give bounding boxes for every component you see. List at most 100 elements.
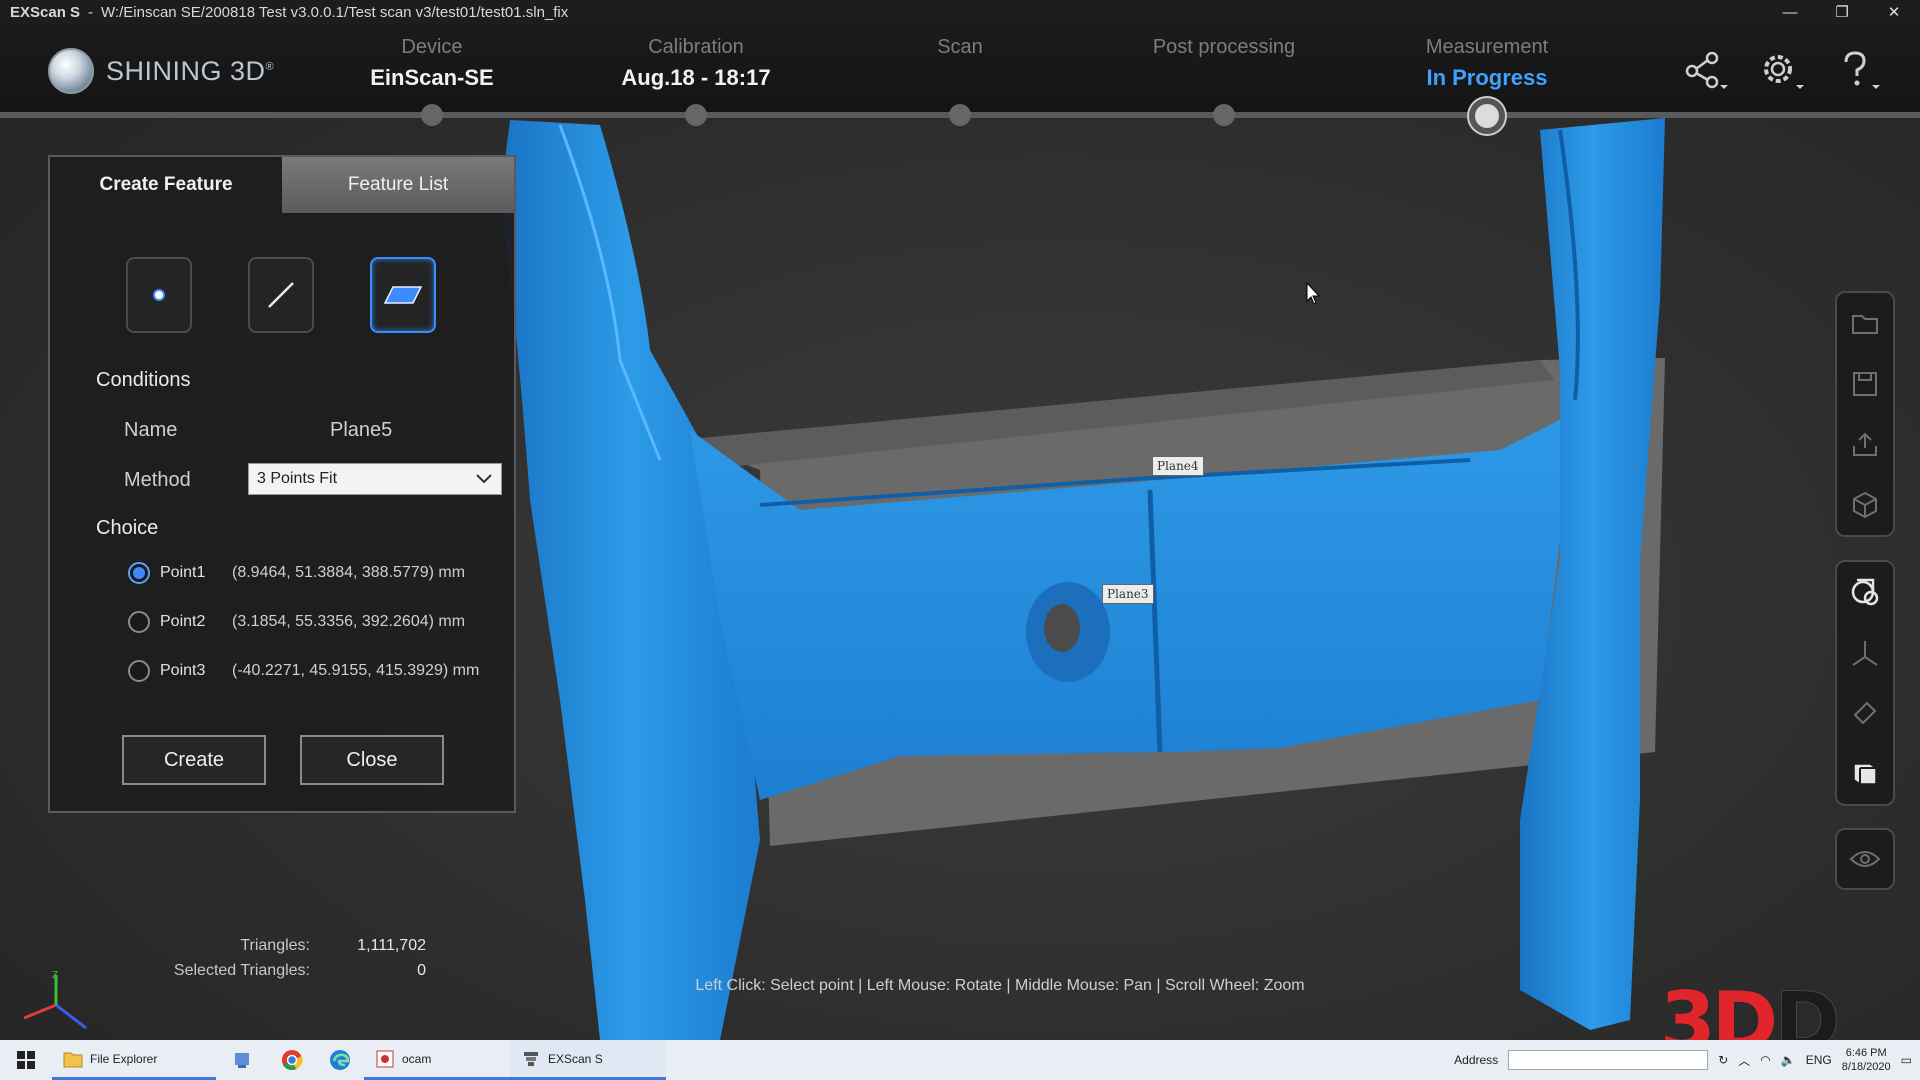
method-select-value: 3 Points Fit <box>257 470 338 487</box>
tray-chevron-icon[interactable]: ︿ <box>1738 1052 1750 1069</box>
step-device[interactable]: Device EinScan-SE <box>312 36 552 91</box>
folder-icon <box>1852 315 1878 335</box>
cube-view-button[interactable] <box>1835 475 1895 536</box>
taskbar-file-explorer[interactable]: File Explorer <box>52 1040 216 1080</box>
start-button[interactable] <box>0 1040 52 1080</box>
address-label: Address <box>1454 1053 1499 1067</box>
export-icon <box>1853 432 1877 457</box>
step-measurement[interactable]: Measurement In Progress <box>1367 36 1607 91</box>
measure-toolbar <box>1835 560 1895 806</box>
plane-label-plane4[interactable]: Plane4 <box>1152 456 1204 476</box>
point1-coords: (8.9464, 51.3884, 388.5779) mm <box>232 564 466 581</box>
gear-icon[interactable] <box>1758 48 1804 94</box>
clock-time: 6:46 PM <box>1845 1047 1887 1059</box>
mouse-hint: Left Click: Select point | Left Mouse: R… <box>695 977 1305 994</box>
feature-tool-button[interactable] <box>1835 562 1895 623</box>
taskbar-exscan[interactable]: EXScan S <box>510 1040 666 1080</box>
step-post-processing[interactable]: Post processing <box>1104 36 1344 65</box>
method-label: Method <box>124 469 191 491</box>
line-feature-icon <box>268 282 294 308</box>
plane-feature-button[interactable] <box>370 257 436 333</box>
file-toolbar <box>1835 291 1895 537</box>
address-input[interactable] <box>1508 1050 1709 1070</box>
report-button[interactable] <box>1835 744 1895 805</box>
point3-radio[interactable] <box>128 660 150 682</box>
choice-point2[interactable]: Point2 (3.1854, 55.3356, 392.2604) mm <box>128 611 465 633</box>
open-folder-button[interactable] <box>1835 293 1895 354</box>
triangles-value: 1,111,702 <box>357 937 426 954</box>
app-window-icon <box>231 1049 253 1071</box>
cube-icon <box>1853 491 1877 518</box>
app-header: SHINING 3D® Device EinScan-SE Calibratio… <box>0 24 1920 116</box>
ocam-icon <box>374 1048 396 1070</box>
restore-icon[interactable]: ❐ <box>1816 0 1868 24</box>
close-button[interactable]: Close <box>300 735 444 785</box>
tab-create-feature[interactable]: Create Feature <box>50 157 282 213</box>
point3-coords: (-40.2271, 45.9155, 415.3929) mm <box>232 662 480 679</box>
mouse-cursor-icon <box>1306 281 1321 305</box>
window-file-path: W:/Einscan SE/200818 Test v3.0.0.1/Test … <box>101 3 569 21</box>
share-icon[interactable] <box>1682 48 1728 94</box>
triangles-label: Triangles: <box>240 937 310 954</box>
taskbar-chrome[interactable] <box>268 1040 316 1080</box>
step-scan[interactable]: Scan <box>840 36 1080 65</box>
save-button[interactable] <box>1835 354 1895 415</box>
choice-point3[interactable]: Point3 (-40.2271, 45.9155, 415.3929) mm <box>128 660 479 682</box>
measure-distance-button[interactable] <box>1835 683 1895 744</box>
windows-taskbar: File Explorer ocam EXScan S Address ↻ ︿ … <box>0 1040 1920 1080</box>
visibility-button[interactable] <box>1835 830 1895 888</box>
app-root: EXScan S - W:/Einscan SE/200818 Test v3.… <box>0 0 1920 1080</box>
taskbar-edge[interactable] <box>316 1040 364 1080</box>
clock-date: 8/18/2020 <box>1841 1061 1891 1073</box>
chevron-down-icon <box>476 474 492 484</box>
point2-radio[interactable] <box>128 611 150 633</box>
point1-radio[interactable] <box>128 562 150 584</box>
edge-icon <box>329 1049 351 1071</box>
volume-icon[interactable]: 🔈 <box>1781 1053 1796 1067</box>
point3-name: Point3 <box>160 662 206 679</box>
plane-label-plane3[interactable]: Plane3 <box>1102 584 1154 604</box>
exscan-icon <box>520 1048 542 1070</box>
network-icon[interactable]: ◠ <box>1760 1053 1770 1067</box>
tab-feature-list[interactable]: Feature List <box>282 157 514 213</box>
line-feature-button[interactable] <box>248 257 314 333</box>
taskbar-app-1[interactable] <box>216 1040 268 1080</box>
workflow-steps: Device EinScan-SE Calibration Aug.18 - 1… <box>0 24 1920 116</box>
taskbar-clock[interactable]: 6:46 PM 8/18/2020 <box>1842 1046 1891 1074</box>
notification-icon[interactable]: ▭ <box>1901 1053 1912 1067</box>
eye-icon <box>1849 851 1881 867</box>
window-controls: — ❐ ✕ <box>1764 0 1920 24</box>
point2-name: Point2 <box>160 613 206 630</box>
conditions-title: Conditions <box>96 369 191 391</box>
minimize-icon[interactable]: — <box>1764 0 1816 24</box>
point1-name: Point1 <box>160 564 206 581</box>
shapes-icon <box>1851 579 1879 606</box>
plane-feature-icon <box>383 286 423 304</box>
window-title-separator: - <box>88 3 94 21</box>
create-feature-panel: Create Feature Feature List Conditions N… <box>48 155 516 813</box>
step-calibration[interactable]: Calibration Aug.18 - 18:17 <box>576 36 816 91</box>
language-indicator[interactable]: ENG <box>1806 1053 1832 1067</box>
method-select[interactable]: 3 Points Fit <box>248 463 502 495</box>
window-app-name: EXScan S <box>10 3 81 21</box>
taskbar-ocam[interactable]: ocam <box>364 1040 510 1080</box>
refresh-icon[interactable]: ↻ <box>1718 1053 1728 1067</box>
export-button[interactable] <box>1835 414 1895 475</box>
windows-logo-icon <box>17 1051 35 1069</box>
system-tray: Address ↻ ︿ ◠ 🔈 ENG 6:46 PM 8/18/2020 ▭ <box>1454 1040 1920 1080</box>
window-titlebar: EXScan S - W:/Einscan SE/200818 Test v3.… <box>0 0 1920 24</box>
panel-tabs: Create Feature Feature List <box>50 157 514 213</box>
scan-hole[interactable] <box>1044 604 1080 652</box>
folder-icon <box>62 1048 84 1070</box>
create-button[interactable]: Create <box>122 735 266 785</box>
coordinate-button[interactable] <box>1835 623 1895 684</box>
choice-point1[interactable]: Point1 (8.9464, 51.3884, 388.5779) mm <box>128 562 465 584</box>
point-feature-icon <box>153 289 165 301</box>
point-feature-button[interactable] <box>126 257 192 333</box>
ruler-icon <box>1853 701 1877 725</box>
save-icon <box>1853 371 1877 396</box>
close-window-icon[interactable]: ✕ <box>1868 0 1920 24</box>
help-icon[interactable] <box>1834 48 1880 94</box>
name-label: Name <box>124 419 178 441</box>
book-icon <box>1853 763 1877 785</box>
